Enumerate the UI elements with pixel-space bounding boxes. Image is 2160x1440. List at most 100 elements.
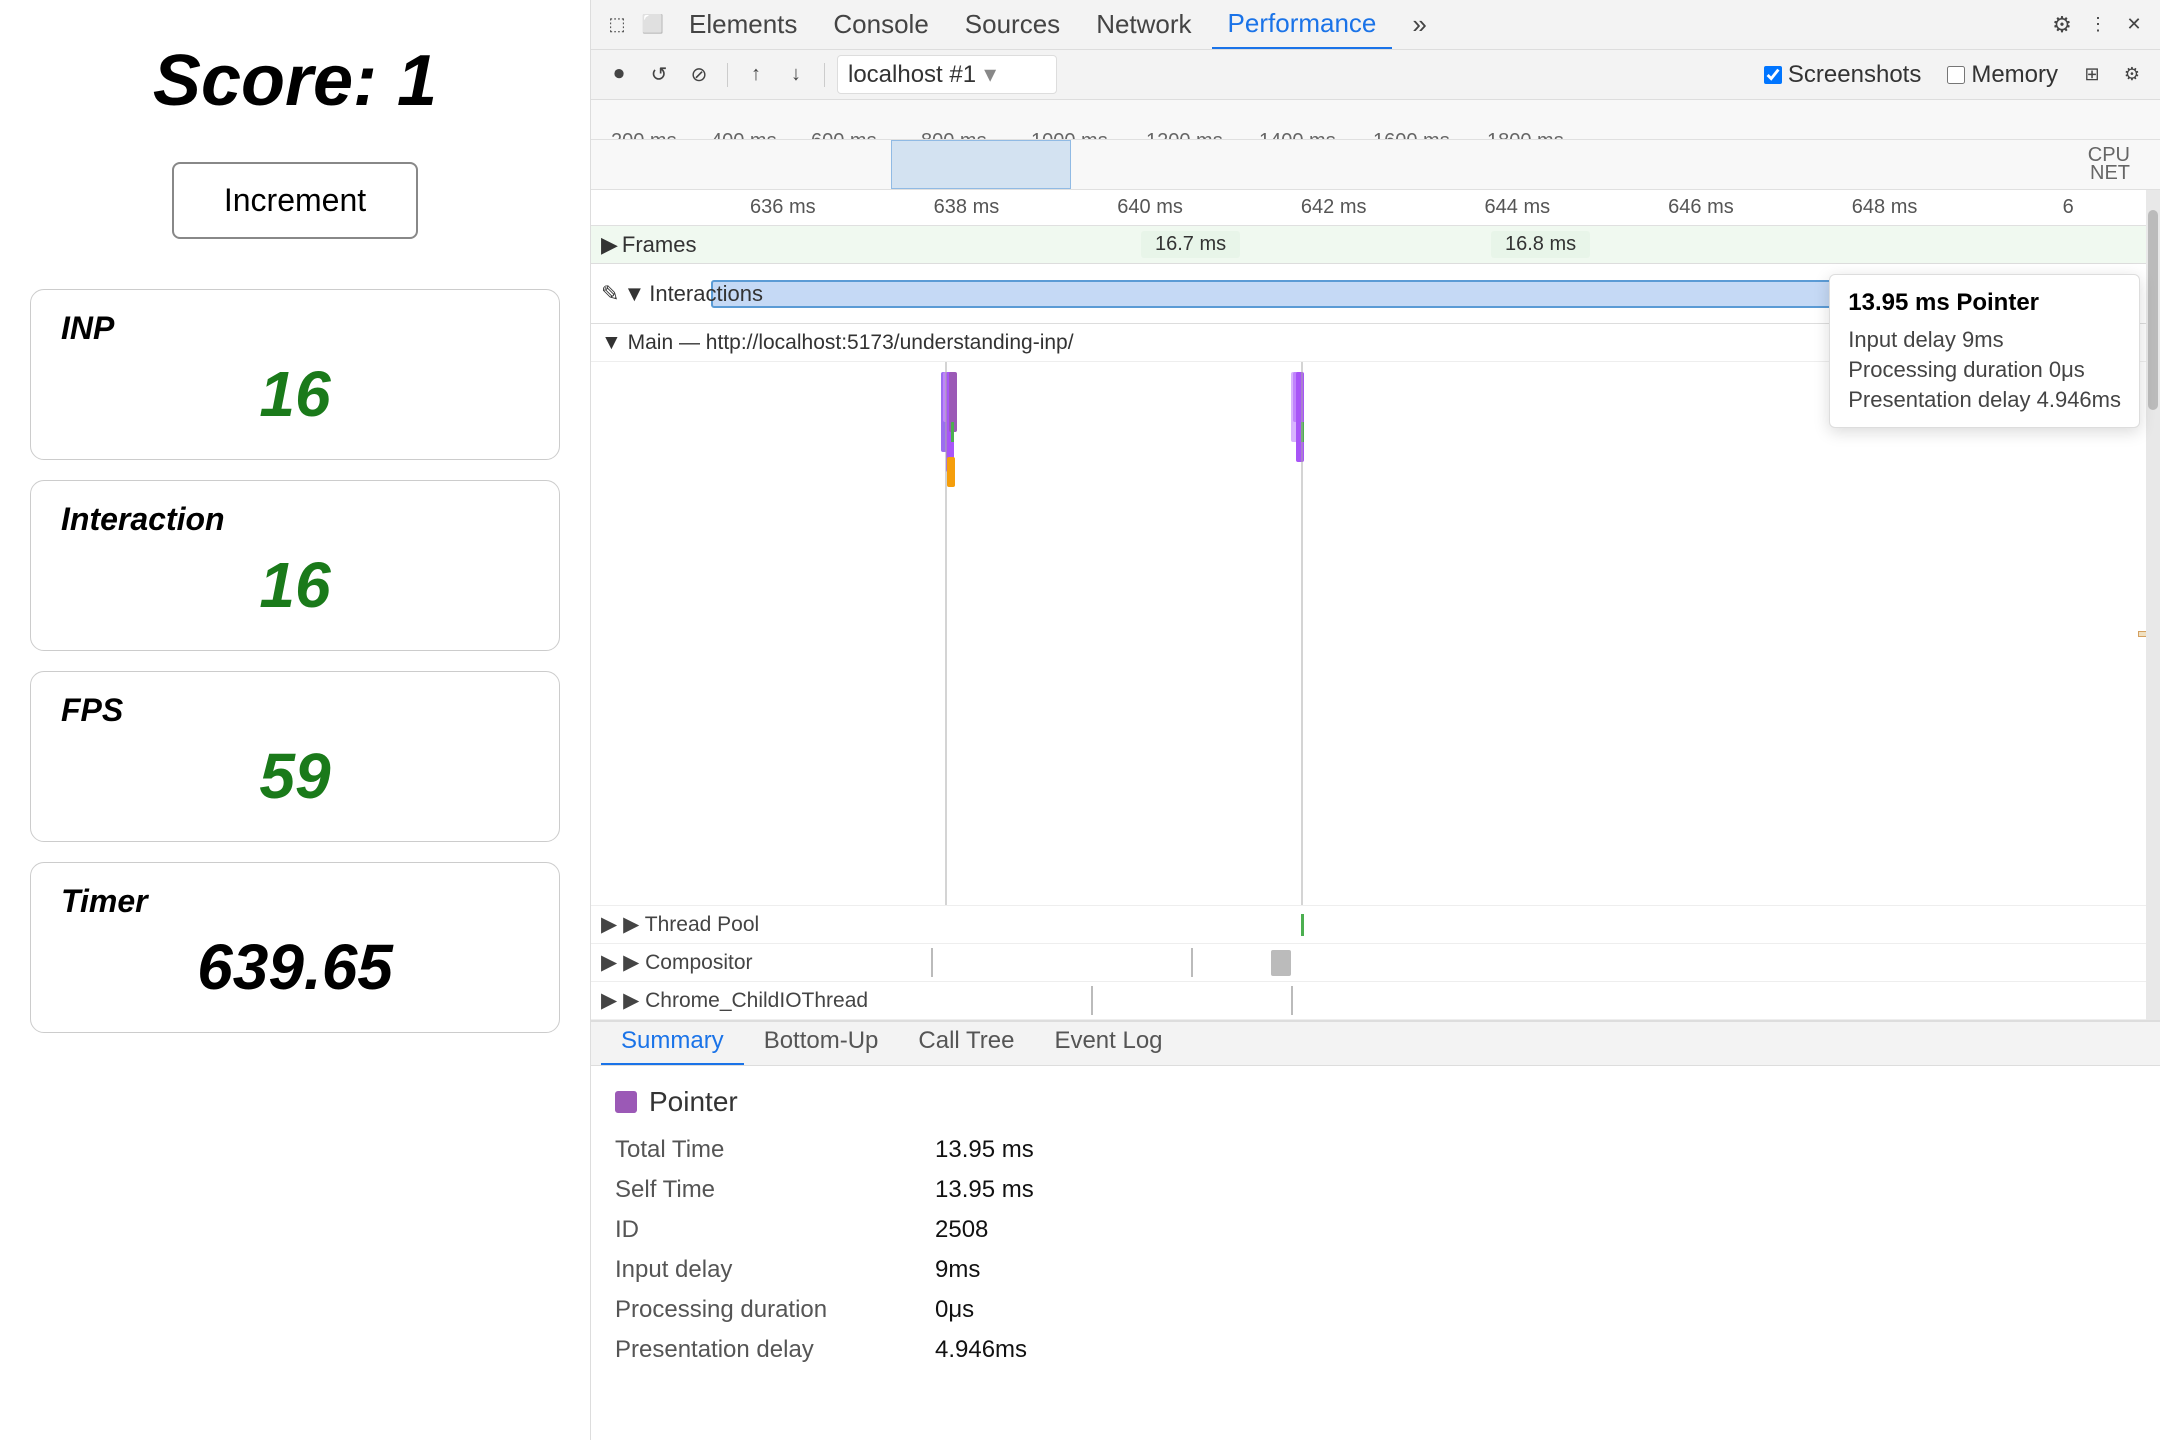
compositor-tri: ▶ [601,950,617,975]
tab-summary[interactable]: Summary [601,1019,744,1065]
timer-card: Timer 639.65 [30,862,560,1033]
tab-sources[interactable]: Sources [949,1,1076,48]
tab-call-tree[interactable]: Call Tree [898,1019,1034,1065]
screenshots-checkbox[interactable] [1764,66,1782,84]
ruler-1800ms: 1800 ms [1487,130,1564,141]
zoom-638: 638 ms [875,196,1059,219]
inspect-icon[interactable]: ⬚ [601,9,633,41]
interaction-value: 16 [61,548,529,622]
tab-console[interactable]: Console [817,1,944,48]
child-iothread-label: ▶ Chrome_ChildIOThread [623,988,868,1013]
thread-pool-label: ▶ Thread Pool [623,912,759,937]
url-selector[interactable]: localhost #1 ▾ [837,55,1057,94]
clear-button[interactable]: ⊘ [683,59,715,91]
total-time-val: 13.95 ms [935,1136,1034,1164]
score-value: 1 [397,41,437,121]
tooltip-input-val: 9ms [1962,327,2004,352]
frames-row: ▶ Frames 16.7 ms 16.8 ms [591,226,2160,264]
id-val: 2508 [935,1216,988,1244]
memory-checkbox[interactable] [1947,66,1965,84]
tooltip-processing-val: 0μs [2049,357,2085,382]
childio-tick-2 [1291,986,1293,1015]
flame-chart[interactable] [591,362,2160,906]
ruler-400ms: 400 ms [711,130,777,141]
tab-event-log[interactable]: Event Log [1034,1019,1182,1065]
summary-processing-row: Processing duration 0μs [615,1296,2136,1324]
fps-value: 59 [61,739,529,813]
compositor-row[interactable]: ▶ ▶ Compositor [591,944,2160,982]
close-icon[interactable]: ✕ [2118,9,2150,41]
timer-label: Timer [61,883,529,920]
download-button[interactable]: ↓ [780,59,812,91]
tooltip-type: Pointer [1956,289,2039,316]
score-display: Score: 1 [30,40,560,122]
child-iothread-row[interactable]: ▶ ▶ Chrome_ChildIOThread [591,982,2160,1020]
tooltip-presentation-val: 4.946ms [2037,387,2121,412]
vline-1 [945,362,947,905]
compositor-bar [1271,950,1291,976]
interactions-tri-icon: ▼ [623,281,645,307]
thread-pool-green [1301,914,1304,936]
summary-input-delay-val: 9ms [935,1256,980,1284]
timeline-scrollbar-thumb[interactable] [2148,210,2158,410]
ruler-1200ms: 1200 ms [1146,130,1223,141]
frames-badge-2: 16.8 ms [1491,231,1590,258]
screenshots-toggle[interactable]: Screenshots [1764,61,1921,89]
thread-pool-row[interactable]: ▶ ▶ Thread Pool [591,906,2160,944]
pointer-color-swatch [615,1091,637,1113]
pointer-title: Pointer [649,1086,738,1118]
zoom-636: 636 ms [691,196,875,219]
fps-label: FPS [61,692,529,729]
url-text: localhost #1 [848,61,976,89]
tab-more[interactable]: » [1396,1,1442,48]
selection-region [891,140,1071,189]
interaction-tooltip: 13.95 ms Pointer Input delay 9ms Process… [1829,274,2140,428]
inp-label: INP [61,310,529,347]
perf-settings-icon[interactable]: ⚙ [2116,59,2148,91]
tooltip-processing: Processing duration 0μs [1848,357,2121,383]
ruler-1600ms: 1600 ms [1373,130,1450,141]
record-button[interactable]: ⏺ [603,59,635,91]
settings-gear-icon[interactable]: ⚙ [2046,9,2078,41]
tab-performance[interactable]: Performance [1212,0,1393,49]
compositor-tick-2 [1191,948,1193,977]
left-panel: Score: 1 Increment INP 16 Interaction 16… [0,0,590,1440]
tab-network[interactable]: Network [1080,1,1207,48]
zoom-ruler: 636 ms 638 ms 640 ms 642 ms 644 ms 646 m… [591,190,2160,226]
upload-button[interactable]: ↑ [740,59,772,91]
toolbar-separator-2 [824,63,825,87]
bottom-tabs: Summary Bottom-Up Call Tree Event Log [591,1022,2160,1066]
id-row: ID 2508 [615,1216,2136,1244]
green-marker-1 [951,422,954,442]
memory-toggle[interactable]: Memory [1947,61,2058,89]
net-label: NET [2090,162,2130,185]
more-options-icon[interactable]: ⋮ [2082,9,2114,41]
timeline-main[interactable]: 636 ms 638 ms 640 ms 642 ms 644 ms 646 m… [591,190,2160,1020]
main-thread-label: ▼ Main — http://localhost:5173/understan… [601,331,1074,355]
ruler-1000ms: 1000 ms [1031,130,1108,141]
device-icon[interactable]: ⬜ [637,9,669,41]
reload-record-button[interactable]: ↺ [643,59,675,91]
total-time-row: Total Time 13.95 ms [615,1136,2136,1164]
child-io-tri: ▶ [601,988,617,1013]
increment-button[interactable]: Increment [172,162,418,239]
ruler-600ms: 600 ms [811,130,877,141]
self-time-val: 13.95 ms [935,1176,1034,1204]
tooltip-input-delay: Input delay 9ms [1848,327,2121,353]
compositor-label: ▶ Compositor [623,950,752,975]
url-chevron-icon: ▾ [984,60,996,89]
summary-processing-key: Processing duration [615,1296,935,1324]
capture-settings-icon[interactable]: ⊞ [2076,59,2108,91]
zoom-644: 644 ms [1426,196,1610,219]
id-key: ID [615,1216,935,1244]
tab-elements[interactable]: Elements [673,1,813,48]
zoom-648: 648 ms [1793,196,1977,219]
interactions-row: ✎ ▼ Interactions 13.95 ms Pointer Input … [591,264,2160,324]
pointer-header: Pointer [615,1086,2136,1118]
tab-bottom-up[interactable]: Bottom-Up [744,1019,899,1065]
summary-presentation-val: 4.946ms [935,1336,1027,1364]
inp-value: 16 [61,357,529,431]
devtools-tabbar: ⬚ ⬜ Elements Console Sources Network Per… [591,0,2160,50]
thread-pool-tri: ▶ [601,912,617,937]
ruler-1400ms: 1400 ms [1259,130,1336,141]
